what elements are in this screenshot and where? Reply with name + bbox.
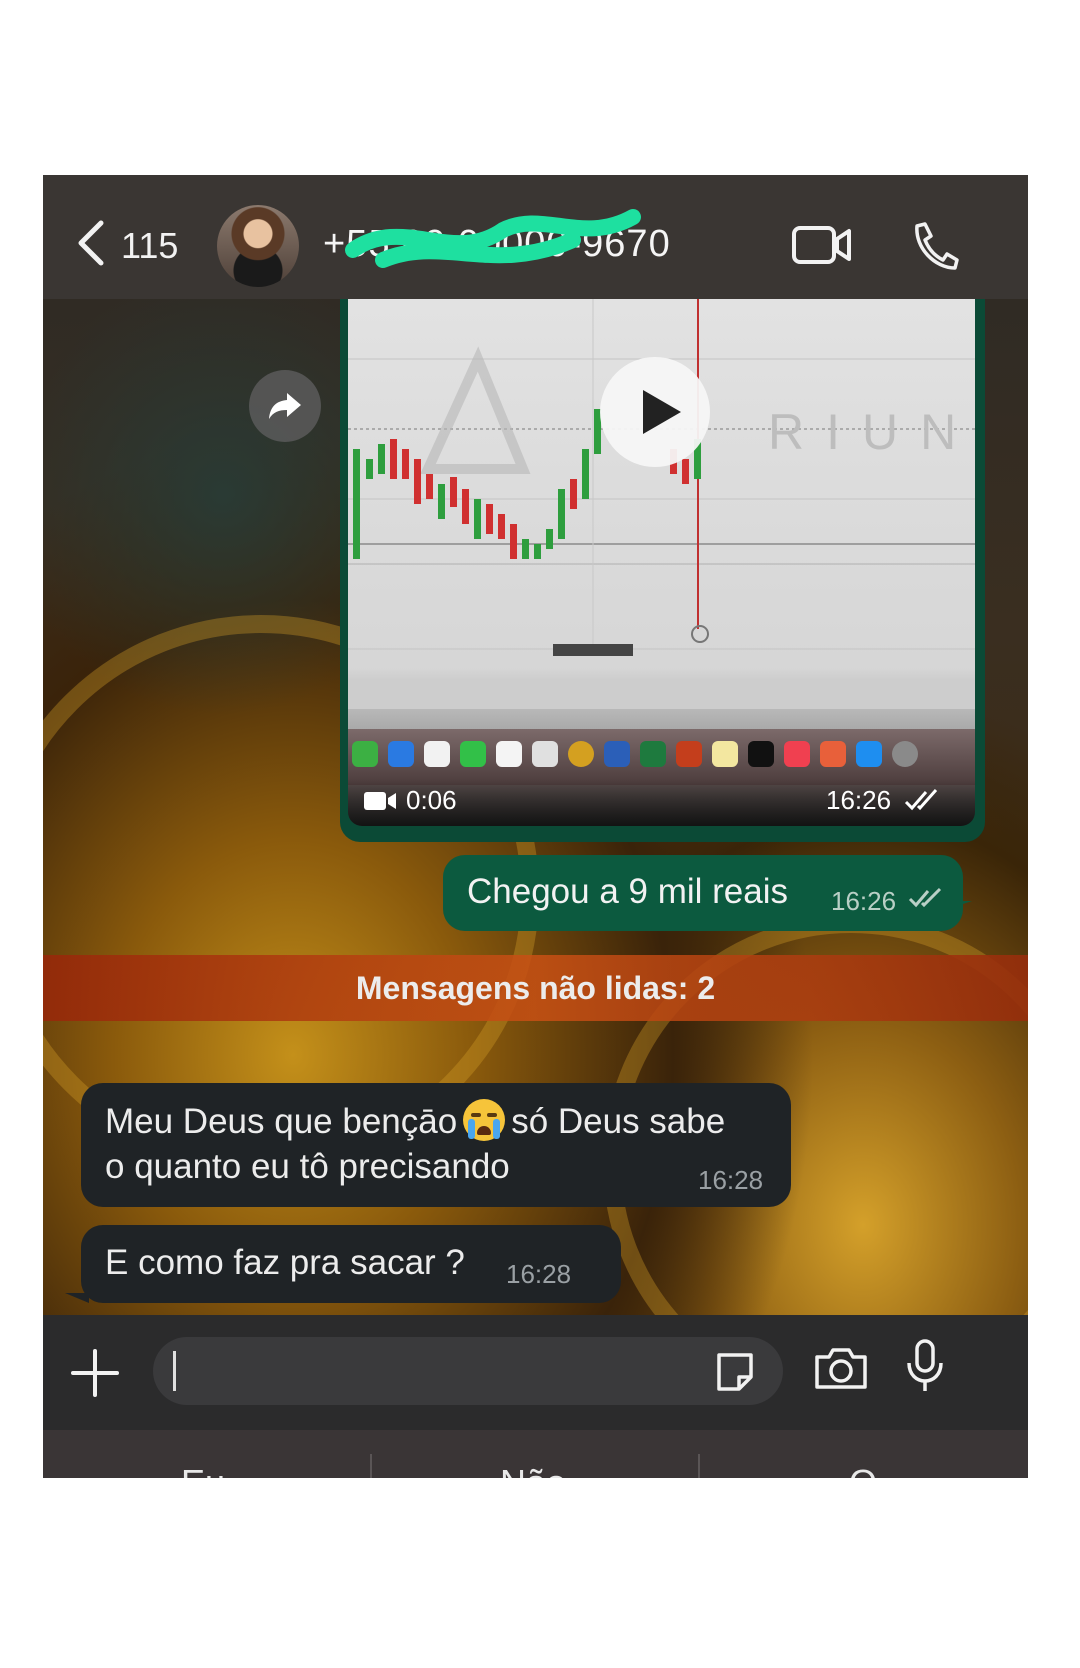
forward-button[interactable] [249,370,321,442]
video-message-bubble[interactable]: RIUN 0:06 16:26 [340,299,985,842]
dock-app-icon [424,741,450,767]
play-icon [643,390,681,434]
dock-app-icon [532,741,558,767]
crying-face-emoji-icon [463,1099,506,1141]
dock-app-icon [784,741,810,767]
back-chevron-icon[interactable] [71,219,111,267]
dock-app-icon [676,741,702,767]
dock-app-icon [640,741,666,767]
divider [698,1454,700,1478]
divider [370,1454,372,1478]
message-text: só Deus sabe [511,1102,726,1141]
forward-arrow-icon [269,393,301,419]
dock-app-icon [820,741,846,767]
incoming-message-bubble[interactable]: Meu Deus que bençāo só Deus sabe o quanto… [81,1083,791,1207]
message-input[interactable] [153,1337,783,1405]
dock-app-icon [388,741,414,767]
play-button[interactable] [600,357,710,467]
message-time: 16:28 [506,1259,572,1289]
redaction-scribble [345,209,641,268]
message-text: E como faz pra sacar ? [105,1243,465,1282]
chat-screen: 115 +55 00 00000-9670 RIUN 0:06 16:26 Ch… [43,175,1028,1478]
dock-app-icon [712,741,738,767]
video-watermark: RIUN [768,404,975,460]
video-camera-icon [364,792,396,810]
unread-count-label: Mensagens não lidas: 2 [355,970,716,1006]
message-text: Meu Deus que bençāo [105,1102,458,1141]
bubble-tail [948,901,972,909]
message-text: o quanto eu tô precisando [105,1147,510,1186]
message-time: 16:28 [698,1165,764,1195]
suggestion-item[interactable]: Não [373,1462,693,1478]
dock-app-icon [892,741,918,767]
incoming-message-bubble[interactable]: E como faz pra sacar ? 16:28 [81,1225,621,1303]
dock-app-icon [496,741,522,767]
chat-header: 115 +55 00 00000-9670 [43,175,1028,299]
video-duration: 0:06 [406,785,457,815]
dock-app-icon [856,741,882,767]
video-message-time: 16:26 [826,785,892,815]
dock-app-icon [460,741,486,767]
dock-app-icon [748,741,774,767]
dock-app-icon [568,741,594,767]
back-unread-count[interactable]: 115 [121,225,178,267]
double-check-icon [908,887,942,908]
double-check-icon [904,789,938,811]
camera-icon[interactable] [813,1345,869,1391]
text-caret [173,1351,176,1391]
message-input-bar [43,1315,1028,1430]
bubble-tail [65,1293,89,1303]
microphone-icon[interactable] [905,1339,945,1395]
suggestion-item[interactable]: Eu [43,1462,363,1478]
suggestion-item[interactable]: O [703,1462,1023,1478]
message-time: 16:26 [831,886,897,916]
keyboard-suggestion-bar: Eu Não O [43,1430,1028,1478]
dock-app-icon [352,741,378,767]
message-text-line: Meu Deus que bençāo só Deus sabe [105,1099,725,1142]
message-text: Chegou a 9 mil reais [467,872,788,911]
sticker-icon[interactable] [713,1351,757,1393]
phone-call-icon[interactable] [909,220,959,270]
video-call-icon[interactable] [791,225,853,265]
plus-icon[interactable] [71,1349,119,1397]
dock-app-icon [604,741,630,767]
outgoing-message-bubble[interactable]: Chegou a 9 mil reais 16:26 [443,855,963,931]
contact-avatar[interactable] [217,205,299,287]
video-thumbnail[interactable]: RIUN 0:06 16:26 [348,299,975,826]
unread-messages-banner: Mensagens não lidas: 2 [43,955,1028,1021]
